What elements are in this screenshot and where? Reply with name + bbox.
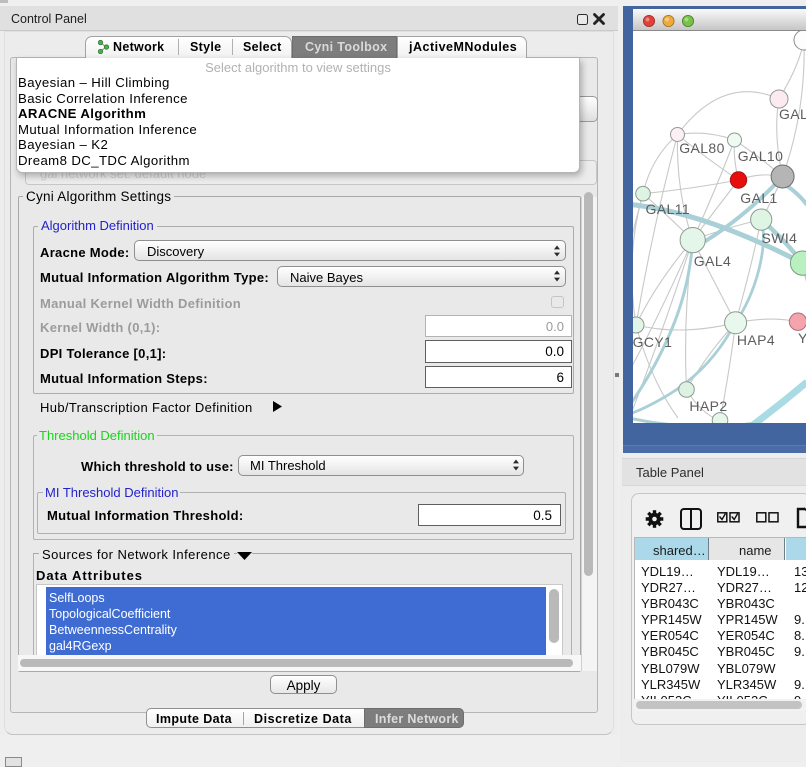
svg-text:GAL1: GAL1 bbox=[740, 190, 777, 206]
svg-text:GAL4: GAL4 bbox=[694, 253, 731, 269]
svg-text:HAP4: HAP4 bbox=[737, 332, 775, 348]
svg-text:GAL80: GAL80 bbox=[679, 140, 725, 156]
svg-text:SWI4: SWI4 bbox=[761, 230, 797, 246]
svg-text:GAL11: GAL11 bbox=[646, 201, 691, 217]
svg-text:GAL10: GAL10 bbox=[738, 148, 784, 164]
svg-text:GAL7: GAL7 bbox=[779, 106, 806, 122]
svg-text:Y: Y bbox=[798, 330, 806, 346]
svg-text:GCY1: GCY1 bbox=[633, 334, 673, 350]
svg-text:HAP2: HAP2 bbox=[689, 398, 727, 414]
